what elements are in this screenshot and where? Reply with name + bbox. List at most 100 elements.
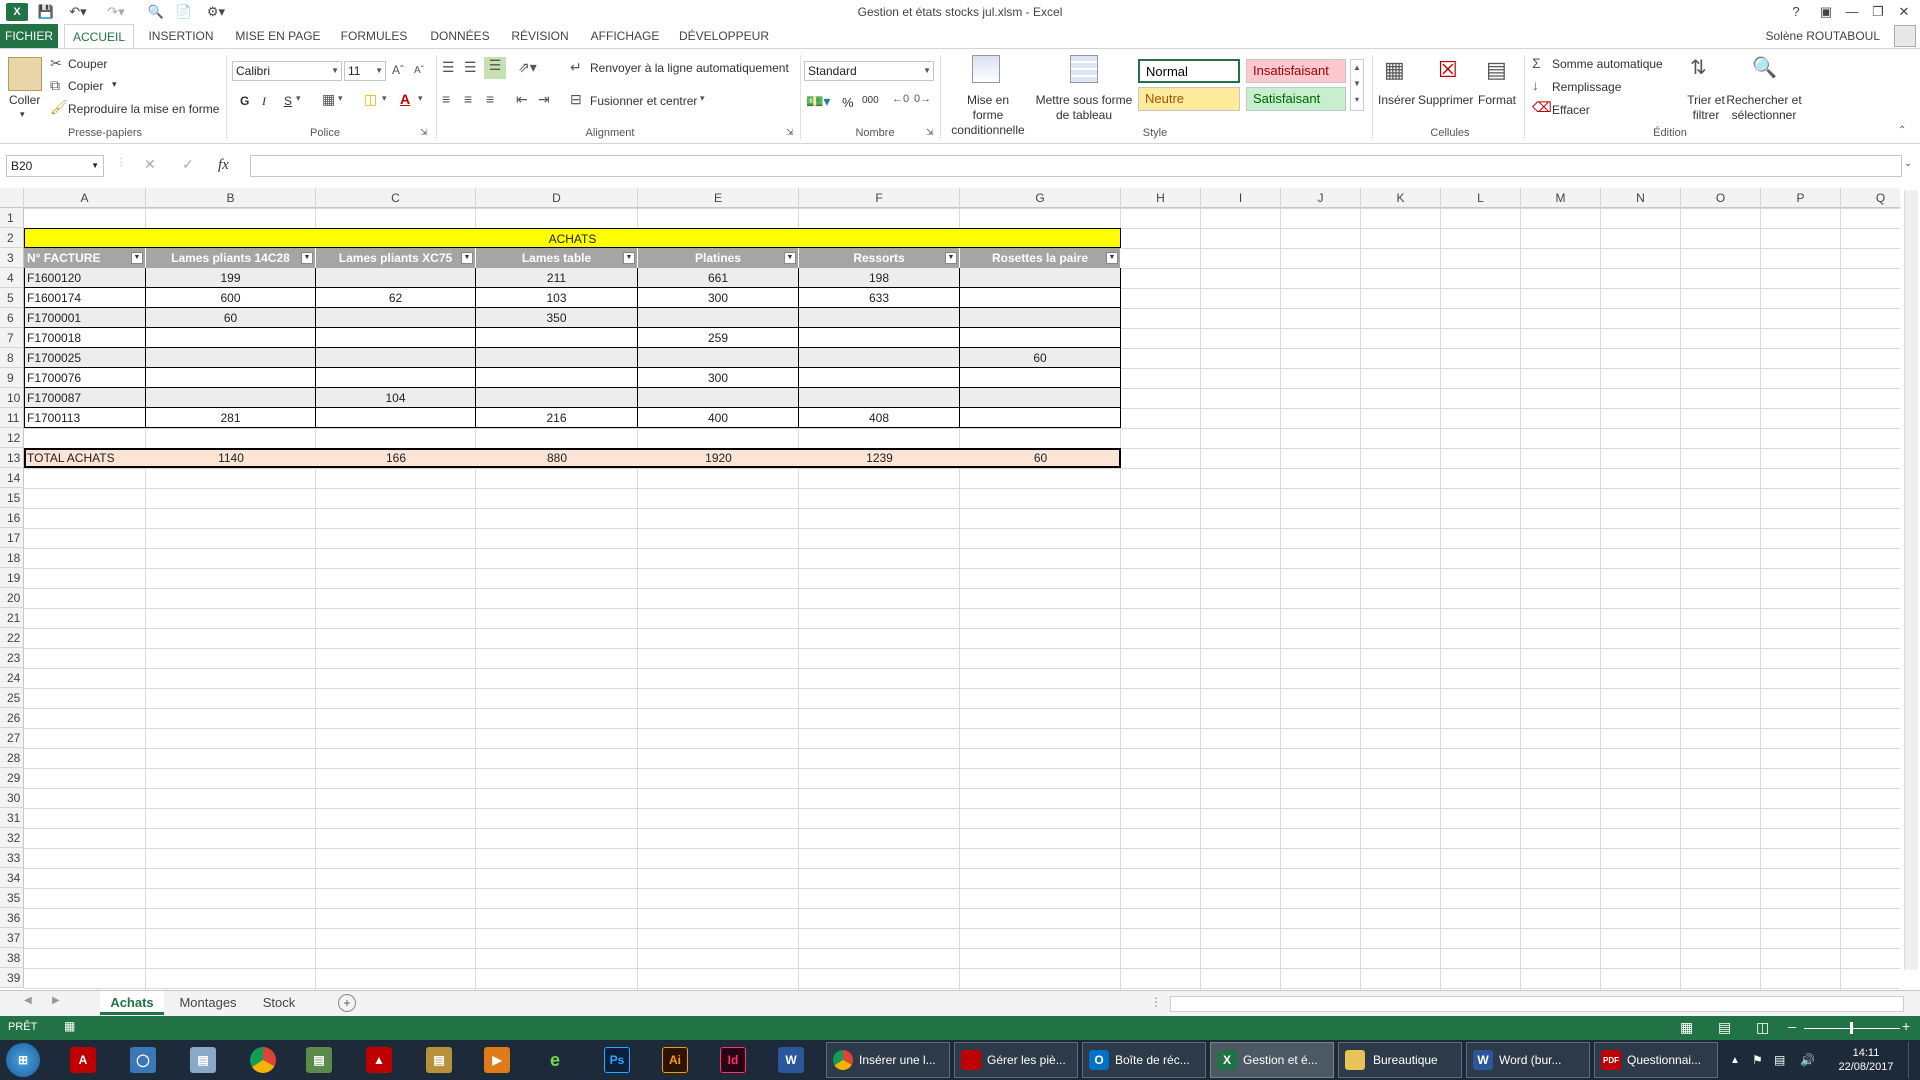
taskbar-app-file[interactable]: ▤: [306, 1042, 332, 1078]
total-value-cell[interactable]: 1920: [638, 448, 799, 468]
paste-icon[interactable]: [8, 57, 42, 91]
taskbar-window-chrome[interactable]: Insérer une l...: [826, 1042, 950, 1078]
invoice-number-cell[interactable]: F1700025: [24, 348, 146, 368]
taskbar-app-file2[interactable]: ▤: [426, 1042, 452, 1078]
invoice-number-cell[interactable]: F1600120: [24, 268, 146, 288]
quantity-cell[interactable]: 199: [146, 268, 316, 288]
quantity-cell[interactable]: [316, 328, 476, 348]
select-all-corner[interactable]: [0, 188, 24, 208]
row-header-9[interactable]: 9: [0, 368, 24, 388]
autosum-button[interactable]: Somme automatique: [1552, 57, 1663, 71]
style-bad[interactable]: Insatisfaisant: [1246, 59, 1346, 83]
font-color-dropdown-icon[interactable]: ▾: [418, 93, 423, 104]
invoice-number-cell[interactable]: F1700087: [24, 388, 146, 408]
total-value-cell[interactable]: 166: [316, 448, 476, 468]
quantity-cell[interactable]: [476, 368, 638, 388]
styles-gallery-scroll[interactable]: ▲ ▼ ▾: [1350, 59, 1364, 111]
filter-dropdown-icon[interactable]: ▼: [784, 252, 796, 264]
invoice-number-cell[interactable]: F1700001: [24, 308, 146, 328]
row-header-28[interactable]: 28: [0, 748, 24, 768]
quantity-cell[interactable]: 633: [799, 288, 960, 308]
quantity-cell[interactable]: [960, 328, 1121, 348]
tab-insert[interactable]: INSERTION: [142, 24, 220, 48]
total-value-cell[interactable]: 1239: [799, 448, 960, 468]
thousands-button[interactable]: 000: [862, 95, 879, 106]
find-select-button[interactable]: Rechercher et sélectionner: [1726, 93, 1802, 123]
italic-button[interactable]: I: [262, 94, 266, 109]
column-header-a[interactable]: A: [24, 188, 146, 208]
avatar[interactable]: [1894, 25, 1916, 47]
row-header-22[interactable]: 22: [0, 628, 24, 648]
row-header-20[interactable]: 20: [0, 588, 24, 608]
quantity-cell[interactable]: 211: [476, 268, 638, 288]
bold-button[interactable]: G: [240, 94, 249, 108]
taskbar-app-acrobat[interactable]: ▲: [366, 1042, 392, 1078]
expand-formula-bar-icon[interactable]: ⌄: [1904, 158, 1912, 169]
quantity-cell[interactable]: [799, 368, 960, 388]
row-header-16[interactable]: 16: [0, 508, 24, 528]
volume-icon[interactable]: 🔊: [1800, 1042, 1815, 1078]
clear-button[interactable]: Effacer: [1552, 103, 1590, 117]
quantity-cell[interactable]: [316, 368, 476, 388]
horizontal-scrollbar[interactable]: [1170, 996, 1904, 1012]
row-header-30[interactable]: 30: [0, 788, 24, 808]
row-header-11[interactable]: 11: [0, 408, 24, 428]
row-header-1[interactable]: 1: [0, 208, 24, 228]
quantity-cell[interactable]: [799, 388, 960, 408]
column-header-p[interactable]: P: [1761, 188, 1841, 208]
currency-icon[interactable]: 💵▾: [806, 93, 830, 110]
table-header-cell[interactable]: Lames pliants 14C28: [146, 248, 316, 268]
number-dialog-launcher-icon[interactable]: ⇲: [926, 127, 934, 138]
row-header-6[interactable]: 6: [0, 308, 24, 328]
taskbar-app-ie-old[interactable]: ◯: [130, 1042, 156, 1078]
column-header-d[interactable]: D: [476, 188, 638, 208]
insert-cells-button[interactable]: Insérer: [1378, 93, 1415, 107]
row-header-15[interactable]: 15: [0, 488, 24, 508]
sheet-tab-montages[interactable]: Montages: [170, 991, 246, 1015]
minimize-icon[interactable]: —: [1838, 2, 1866, 22]
taskbar-window-manage[interactable]: Gérer les piè...: [954, 1042, 1078, 1078]
invoice-number-cell[interactable]: F1600174: [24, 288, 146, 308]
quantity-cell[interactable]: 104: [316, 388, 476, 408]
total-label-cell[interactable]: TOTAL ACHATS: [24, 448, 146, 468]
quantity-cell[interactable]: 103: [476, 288, 638, 308]
format-as-table-button[interactable]: Mettre sous forme de tableau: [1034, 93, 1134, 123]
quantity-cell[interactable]: 300: [638, 368, 799, 388]
collapse-ribbon-icon[interactable]: ⌃: [1898, 125, 1906, 136]
quantity-cell[interactable]: 350: [476, 308, 638, 328]
shrink-font-icon[interactable]: Aˇ: [414, 65, 424, 76]
filter-dropdown-icon[interactable]: ▼: [1106, 252, 1118, 264]
quantity-cell[interactable]: 60: [960, 348, 1121, 368]
quantity-cell[interactable]: [799, 308, 960, 328]
paste-button[interactable]: Coller: [9, 93, 40, 107]
tab-split-handle-icon[interactable]: ⋮: [1150, 995, 1162, 1009]
total-value-cell[interactable]: 1140: [146, 448, 316, 468]
column-header-k[interactable]: K: [1361, 188, 1441, 208]
quantity-cell[interactable]: [638, 308, 799, 328]
tab-page-layout[interactable]: MISE EN PAGE: [228, 24, 328, 48]
taskbar-app-indesign[interactable]: Id: [720, 1042, 746, 1078]
row-header-33[interactable]: 33: [0, 848, 24, 868]
conditional-formatting-button[interactable]: Mise en forme conditionnelle: [950, 93, 1026, 138]
font-dialog-launcher-icon[interactable]: ⇲: [420, 127, 428, 138]
quantity-cell[interactable]: [316, 408, 476, 428]
close-icon[interactable]: ✕: [1890, 2, 1918, 22]
column-header-o[interactable]: O: [1681, 188, 1761, 208]
restore-icon[interactable]: ❐: [1864, 2, 1892, 22]
taskbar-app-edge[interactable]: e: [542, 1042, 568, 1078]
row-header-19[interactable]: 19: [0, 568, 24, 588]
tab-review[interactable]: RÉVISION: [506, 24, 574, 48]
user-name[interactable]: Solène ROUTABOUL: [1766, 29, 1881, 43]
total-value-cell[interactable]: 60: [960, 448, 1121, 468]
start-button[interactable]: ⊞: [6, 1042, 40, 1078]
taskbar-window-excel[interactable]: X Gestion et é...: [1210, 1042, 1334, 1078]
merge-center-button[interactable]: Fusionner et centrer: [590, 94, 697, 108]
taskbar-window-outlook[interactable]: O Boîte de réc...: [1082, 1042, 1206, 1078]
network-icon[interactable]: ▤: [1774, 1042, 1785, 1078]
filter-dropdown-icon[interactable]: ▼: [301, 252, 313, 264]
taskbar-app-media[interactable]: ▶: [484, 1042, 510, 1078]
copy-button[interactable]: Copier: [68, 79, 103, 93]
quantity-cell[interactable]: [960, 388, 1121, 408]
quantity-cell[interactable]: 281: [146, 408, 316, 428]
sheet-tab-achats[interactable]: Achats: [100, 991, 164, 1015]
